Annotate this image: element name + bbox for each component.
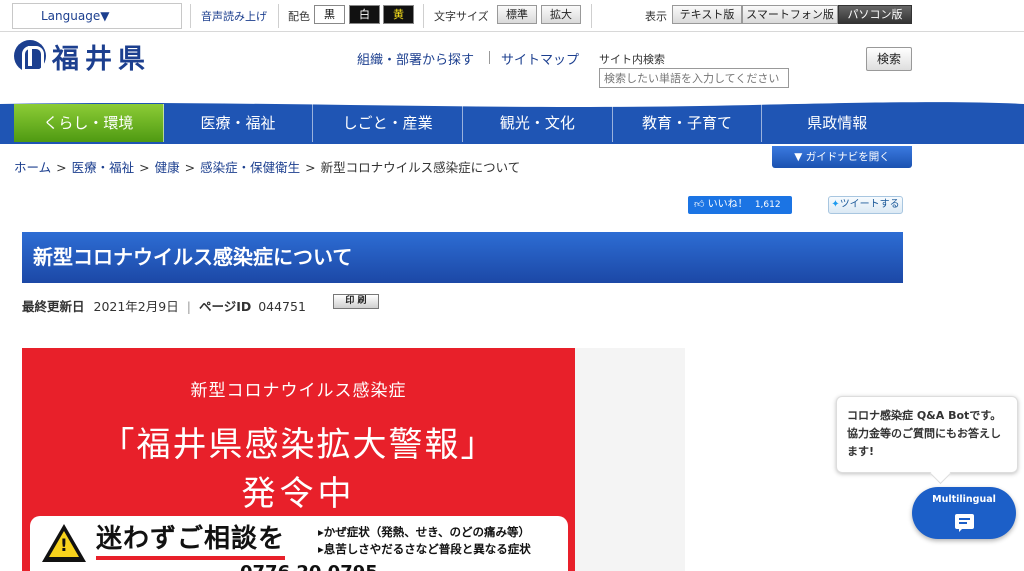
banner-consult-text: 迷わずご相談を — [96, 522, 286, 560]
breadcrumb-health[interactable]: 健康 — [155, 160, 180, 175]
display-label: 表示 — [645, 10, 667, 23]
banner-symptom-item: ▸息苦しさやだるさなど普段と異なる症状 — [318, 542, 531, 556]
like-count: 1,612 — [754, 200, 781, 210]
page-id-label: ページID — [198, 299, 252, 314]
breadcrumb-medical[interactable]: 医療・福祉 — [72, 160, 135, 175]
breadcrumb-separator: > — [56, 160, 67, 175]
breadcrumb-current: 新型コロナウイルス感染症について — [320, 160, 521, 175]
divider — [591, 4, 592, 28]
facebook-like-button[interactable]: 👍︎ いいね！ 1,612 — [688, 196, 792, 214]
text-size-standard-button[interactable]: 標準 — [497, 5, 537, 24]
banner-subtitle: 新型コロナウイルス感染症 — [190, 381, 407, 401]
guide-navi-button[interactable]: ▼ ガイドナビを開く — [772, 146, 912, 168]
sitemap-link[interactable]: サイトマップ — [501, 49, 579, 68]
divider: | — [186, 299, 191, 314]
nav-item-tourism[interactable]: 観光・文化 — [463, 104, 613, 142]
thumbs-up-icon: 👍︎ — [694, 199, 705, 210]
nav-item-prefecture[interactable]: 県政情報 — [762, 104, 912, 142]
page-id-value: 044751 — [258, 299, 306, 314]
tweet-label: ツイートする — [839, 199, 900, 210]
updated-value: 2021年2月9日 — [93, 299, 179, 314]
color-label: 配色 — [288, 10, 310, 23]
breadcrumb: ホーム > 医療・福祉 > 健康 > 感染症・保健衛生 > 新型コロナウイルス感染症について — [14, 157, 520, 176]
fukui-logo-icon[interactable] — [14, 40, 46, 72]
breadcrumb-separator: > — [305, 160, 316, 175]
display-smartphone-button[interactable]: スマートフォン版 — [742, 5, 838, 24]
page-title: 新型コロナウイルス感染症について — [22, 232, 903, 283]
divider — [423, 4, 424, 28]
org-search-link[interactable]: 組織・部署から探す — [357, 49, 474, 68]
search-input[interactable] — [599, 68, 789, 88]
banner-symptom-list: ▸かぜ症状（発熱、せき、のどの痛み等） ▸息苦しさやだるさなど普段と異なる症状 — [318, 524, 531, 558]
divider — [190, 4, 191, 28]
multilingual-label: Multilingual — [932, 494, 996, 505]
updated-label: 最終更新日 — [22, 299, 85, 314]
display-pc-button[interactable]: パソコン版 — [838, 5, 912, 24]
banner-headline: 「福井県感染拡大警報」 — [100, 425, 497, 465]
color-white-button[interactable]: 白 — [349, 5, 380, 24]
chatbot-bubble[interactable]: コロナ感染症 Q&A Botです。協力金等のご質問にもお答えします! — [836, 396, 1018, 473]
text-size-large-button[interactable]: 拡大 — [541, 5, 581, 24]
nav-item-education[interactable]: 教育・子育て — [613, 104, 763, 142]
banner-phone: 0776 20 0795 — [240, 562, 378, 571]
breadcrumb-separator: > — [139, 160, 150, 175]
display-text-version-button[interactable]: テキスト版 — [672, 5, 742, 24]
divider — [489, 51, 490, 64]
utility-bar: Language▼ 音声読み上げ 配色 黒 白 黄 文字サイズ 標準 拡大 表示… — [0, 0, 1024, 32]
divider — [278, 4, 279, 28]
search-label: サイト内検索 — [599, 53, 665, 66]
breadcrumb-separator: > — [184, 160, 196, 175]
text-size-label: 文字サイズ — [434, 10, 489, 23]
banner-consult-card: ! 迷わずご相談を ▸かぜ症状（発熱、せき、のどの痛み等） ▸息苦しさやだるさな… — [30, 516, 568, 571]
tweet-button[interactable]: ✦ツイートする — [828, 196, 903, 214]
banner-issued: 発令中 — [241, 474, 356, 514]
breadcrumb-home[interactable]: ホーム — [14, 160, 51, 175]
like-label: いいね！ — [707, 199, 748, 210]
nav-item-living[interactable]: くらし・環境 — [14, 104, 164, 142]
page-meta: 最終更新日 2021年2月9日 | ページID 044751 — [22, 296, 306, 315]
chat-icon — [955, 514, 974, 532]
banner-symptom-item: ▸かぜ症状（発熱、せき、のどの痛み等） — [318, 525, 530, 539]
color-yellow-button[interactable]: 黄 — [383, 5, 414, 24]
color-black-button[interactable]: 黒 — [314, 5, 345, 24]
search-button[interactable]: 検索 — [866, 47, 912, 71]
nav-item-medical[interactable]: 医療・福祉 — [164, 104, 314, 142]
site-logo-text[interactable]: 福井県 — [52, 37, 151, 76]
print-button[interactable]: 印 刷 — [333, 294, 379, 309]
twitter-bird-icon: ✦ — [831, 199, 840, 210]
breadcrumb-infection[interactable]: 感染症・保健衛生 — [200, 160, 300, 175]
global-nav: くらし・環境 医療・福祉 しごと・産業 観光・文化 教育・子育て 県政情報 — [14, 104, 912, 142]
nav-item-work[interactable]: しごと・産業 — [313, 104, 464, 142]
multilingual-chat-button[interactable]: Multilingual — [912, 487, 1016, 539]
language-selector[interactable]: Language▼ — [12, 3, 182, 29]
alert-banner-image[interactable]: 新型コロナウイルス感染症 「福井県感染拡大警報」 発令中 ! 迷わずご相談を ▸… — [22, 348, 575, 571]
banner-side-area — [575, 348, 685, 571]
exclamation-icon: ! — [60, 536, 68, 556]
voice-reader-link[interactable]: 音声読み上げ — [201, 8, 267, 24]
